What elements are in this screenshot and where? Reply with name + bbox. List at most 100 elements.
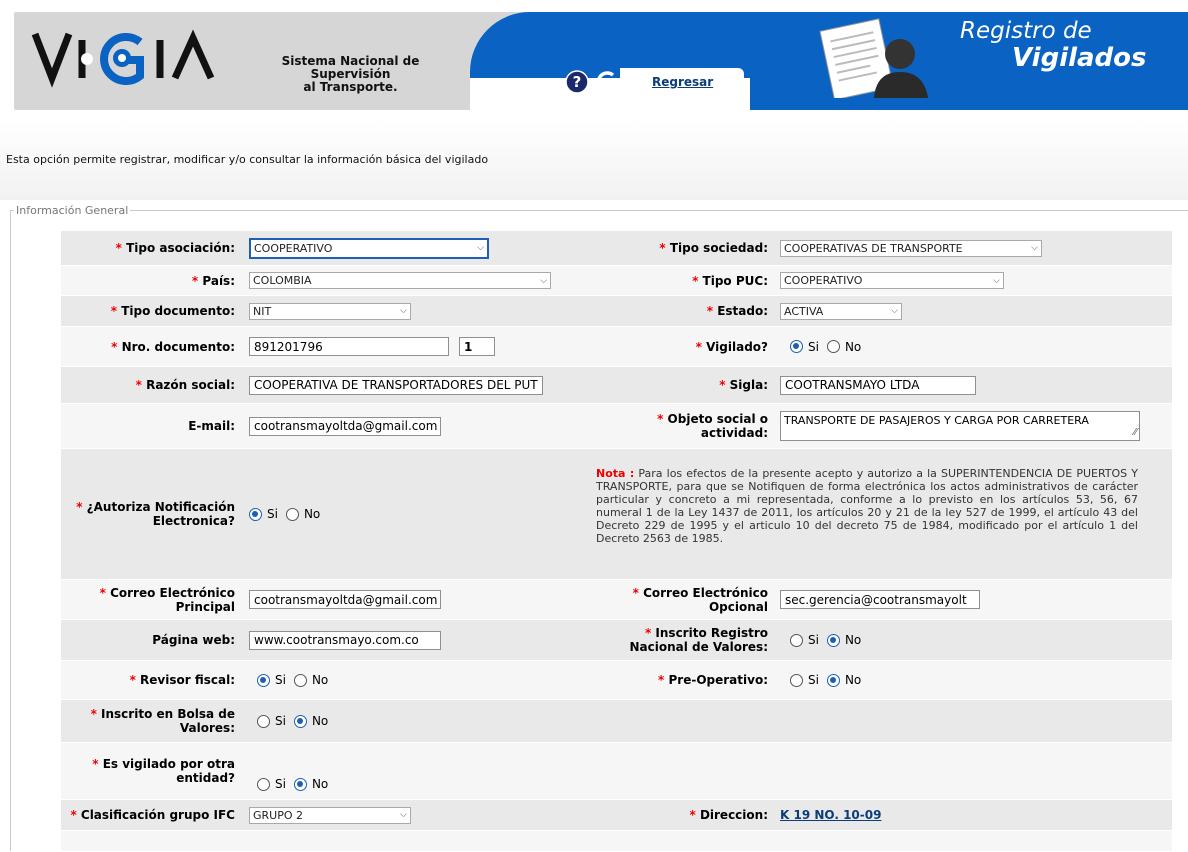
chevron-down-icon: ⌵ xyxy=(540,275,547,286)
label-autoriza: * ¿Autoriza Notificación Electronica? xyxy=(76,500,235,528)
vigilado-si-radio[interactable]: Si xyxy=(790,340,819,354)
form-row: * Nro. documento: 891201796 1 * Vigilado… xyxy=(61,327,1172,367)
pais-select[interactable]: COLOMBIA ⌵ xyxy=(249,272,551,289)
inscrito-rnv-no-radio[interactable]: No xyxy=(826,633,861,647)
form-row: * Es vigilado por otra entidad? Si No xyxy=(61,743,1172,800)
intro-text: Esta opción permite registrar, modificar… xyxy=(6,153,489,166)
general-info-form: * Tipo asociación: COOPERATIVO ⌵ * Tipo s… xyxy=(61,231,1172,852)
radio-selected-icon xyxy=(257,673,270,687)
label-tipo-puc: * Tipo PUC: xyxy=(692,273,768,288)
chevron-down-icon: ⌵ xyxy=(400,810,407,820)
tipo-documento-select[interactable]: NIT ⌵ xyxy=(249,302,411,320)
label-objeto-social: * Objeto social o actividad: xyxy=(657,412,768,440)
bolsa-si-radio[interactable]: Si xyxy=(257,714,286,728)
form-row: * Tipo asociación: COOPERATIVO ⌵ * Tipo s… xyxy=(61,231,1172,266)
vigia-small-icon[interactable] xyxy=(597,70,619,94)
label-razon-social: * Razón social: xyxy=(135,378,235,392)
radio-selected-icon xyxy=(293,777,307,791)
subtitle-line1: Sistema Nacional de Supervisión xyxy=(281,54,420,81)
registry-person-icon xyxy=(819,18,928,98)
inscrito-rnv-si-radio[interactable]: Si xyxy=(790,633,819,647)
nota-text: Nota : Para los efectos de la presente a… xyxy=(596,467,1138,545)
help-icon[interactable]: ? xyxy=(565,70,589,94)
chevron-down-icon: ⌵ xyxy=(400,306,407,316)
radio-selected-icon xyxy=(826,673,840,687)
form-row: * Tipo documento: NIT ⌵ * Estado: ACTIVA ⌵ xyxy=(61,296,1172,327)
svg-text:?: ? xyxy=(573,73,582,91)
form-row: * Correo Electrónico Principal cootransm… xyxy=(61,580,1172,620)
form-row: * Revisor fiscal: Si No * Pre-Operativo:… xyxy=(61,661,1172,700)
correo-principal-input[interactable]: cootransmayoltda@gmail.com xyxy=(249,590,441,609)
resize-grip-icon[interactable]: ⁄⁄ xyxy=(1134,427,1137,438)
radio-selected-icon xyxy=(293,714,307,728)
form-row xyxy=(61,831,1172,852)
label-nro-documento: * Nro. documento: xyxy=(111,339,235,354)
correo-opcional-input[interactable]: sec.gerencia@cootransmayolt xyxy=(780,590,980,609)
radio-empty-icon xyxy=(790,673,803,687)
autoriza-si-radio[interactable]: Si xyxy=(249,507,278,521)
pre-operativo-si-radio[interactable]: Si xyxy=(790,673,819,687)
header: Sistema Nacional de Supervisión al Trans… xyxy=(0,0,1188,120)
subtitle-line2: al Transporte. xyxy=(303,80,398,94)
tipo-puc-select[interactable]: COOPERATIVO ⌵ xyxy=(780,272,1004,289)
form-row: Página web: www.cootransmayo.com.co * In… xyxy=(61,620,1172,661)
form-row: * País: COLOMBIA ⌵ * Tipo PUC: COOPERATIV… xyxy=(61,266,1172,296)
page-title-line1: Registro de xyxy=(960,18,1092,44)
pagina-web-input[interactable]: www.cootransmayo.com.co xyxy=(249,630,441,650)
label-sigla: * Sigla: xyxy=(719,378,768,392)
label-email: E-mail: xyxy=(188,419,235,433)
form-row: * Inscrito en Bolsa de Valores: Si No xyxy=(61,700,1172,743)
label-inscrito-rnv: * Inscrito Registro Nacional de Valores: xyxy=(629,626,768,654)
revisor-no-radio[interactable]: No xyxy=(293,673,328,687)
vigilado-no-radio[interactable]: No xyxy=(826,340,861,354)
chevron-down-icon: ⌵ xyxy=(891,306,898,316)
form-row: * Clasificación grupo IFC GRUPO 2 ⌵ * Dir… xyxy=(61,800,1172,831)
otra-entidad-si-radio[interactable]: Si xyxy=(257,777,286,791)
form-row: E-mail: cootransmayoltda@gmail.com * Obj… xyxy=(61,404,1172,449)
email-input[interactable]: cootransmayoltda@gmail.com xyxy=(249,416,441,436)
radio-empty-icon xyxy=(285,507,299,521)
autoriza-no-radio[interactable]: No xyxy=(285,507,320,521)
regresar-link[interactable]: Regresar xyxy=(652,75,713,89)
chevron-down-icon: ⌵ xyxy=(1031,243,1038,253)
label-correo-principal: * Correo Electrónico Principal xyxy=(99,585,235,614)
sigla-input[interactable]: COOTRANSMAYO LTDA xyxy=(780,375,976,395)
regresar-button[interactable]: Regresar xyxy=(620,68,744,94)
pre-operativo-no-radio[interactable]: No xyxy=(826,673,861,687)
nro-documento-input[interactable]: 891201796 xyxy=(249,337,449,356)
radio-empty-icon xyxy=(826,340,840,353)
fieldset-legend: Información General xyxy=(14,204,131,217)
radio-empty-icon xyxy=(293,673,307,687)
logo-subtitle: Sistema Nacional de Supervisión al Trans… xyxy=(248,55,453,94)
label-revisor-fiscal: * Revisor fiscal: xyxy=(129,673,235,687)
vigia-logo-icon xyxy=(31,29,215,88)
radio-empty-icon xyxy=(790,633,803,647)
label-estado: * Estado: xyxy=(706,304,768,318)
form-row: * ¿Autoriza Notificación Electronica? Si… xyxy=(61,449,1172,580)
label-vigilado: * Vigilado? xyxy=(695,339,768,354)
label-tipo-documento: * Tipo documento: xyxy=(110,304,235,318)
tipo-sociedad-select[interactable]: COOPERATIVAS DE TRANSPORTE ⌵ xyxy=(780,239,1042,257)
label-pre-operativo: * Pre-Operativo: xyxy=(658,673,768,687)
page-title-line2: Vigilados xyxy=(1012,43,1147,73)
label-pais: * País: xyxy=(191,273,235,288)
label-direccion: * Direccion: xyxy=(689,808,768,822)
razon-social-input[interactable]: COOPERATIVA DE TRANSPORTADORES DEL PUT xyxy=(249,375,543,395)
radio-selected-icon xyxy=(790,340,803,353)
radio-empty-icon xyxy=(257,714,270,728)
form-row: * Razón social: COOPERATIVA DE TRANSPORT… xyxy=(61,367,1172,404)
estado-select[interactable]: ACTIVA ⌵ xyxy=(780,302,902,320)
chevron-down-icon: ⌵ xyxy=(993,275,1000,286)
otra-entidad-no-radio[interactable]: No xyxy=(293,777,328,791)
label-otra-entidad: * Es vigilado por otra entidad? xyxy=(92,757,235,785)
digito-verificacion-input[interactable]: 1 xyxy=(459,337,495,356)
chevron-down-icon: ⌵ xyxy=(477,243,484,253)
bolsa-no-radio[interactable]: No xyxy=(293,714,328,728)
radio-selected-icon xyxy=(249,507,262,521)
direccion-link[interactable]: K 19 NO. 10-09 xyxy=(780,808,881,822)
grupo-ifc-select[interactable]: GRUPO 2 ⌵ xyxy=(249,806,411,824)
revisor-si-radio[interactable]: Si xyxy=(257,673,286,687)
objeto-social-textarea[interactable]: TRANSPORTE DE PASAJEROS Y CARGA POR CARR… xyxy=(780,411,1140,441)
tipo-asociacion-select[interactable]: COOPERATIVO ⌵ xyxy=(249,237,489,259)
label-grupo-ifc: * Clasificación grupo IFC xyxy=(70,808,235,822)
